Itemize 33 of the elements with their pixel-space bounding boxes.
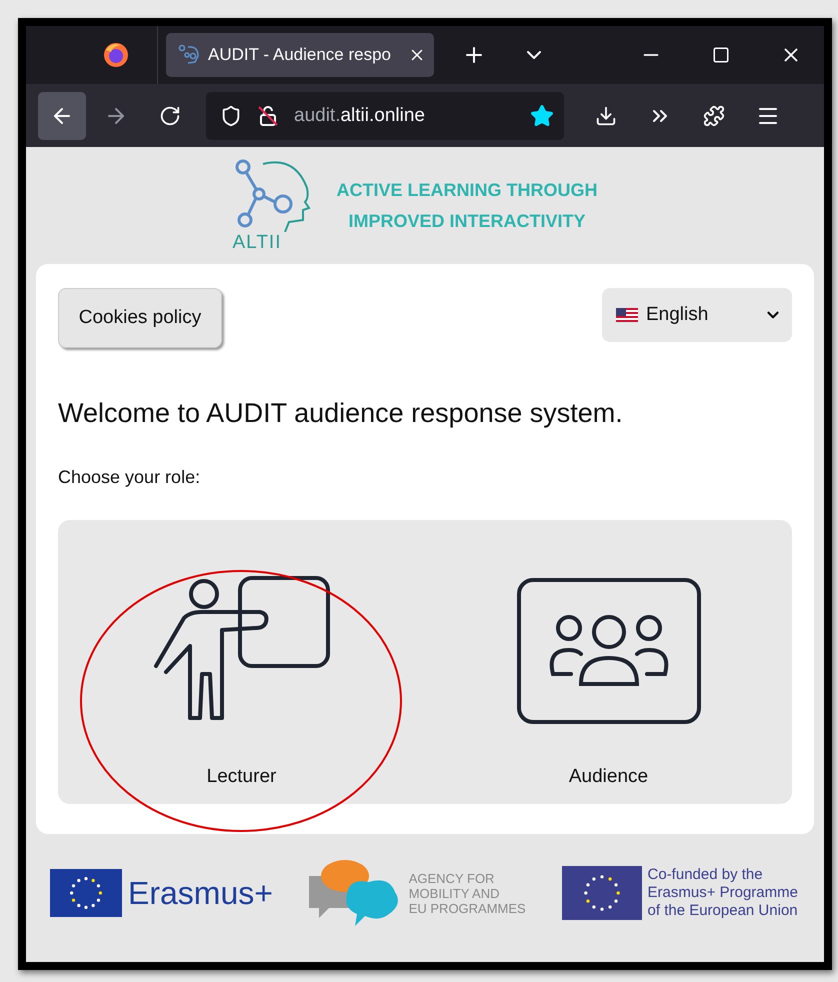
- agency-logo-text: AGENCY FOR: [408, 870, 496, 886]
- download-icon: [595, 104, 617, 126]
- tagline: ACTIVE LEARNING THROUGH: [336, 180, 598, 200]
- puzzle-icon: [703, 104, 725, 126]
- eu-flag-icon: [562, 866, 642, 920]
- back-button[interactable]: [38, 92, 86, 140]
- maximize-icon[interactable]: [712, 46, 730, 64]
- welcome-heading: Welcome to AUDIT audience response system.: [58, 398, 624, 429]
- head-network-icon: [178, 44, 200, 66]
- browser-tab[interactable]: AUDIT - Audience respo: [166, 33, 434, 77]
- cofunded-text: Co-funded by the: [648, 866, 764, 884]
- shield-icon[interactable]: [220, 104, 242, 126]
- tab-title: AUDIT - Audience respo: [208, 45, 392, 65]
- firefox-icon[interactable]: [103, 42, 129, 68]
- agency-logo-text: EU PROGRAMMES: [408, 900, 526, 916]
- cofunded-text: of the European Union: [648, 902, 798, 920]
- agency-logo-text: MOBILITY AND: [408, 886, 501, 900]
- role-option[interactable]: Audience: [568, 766, 648, 788]
- logo-text: ALTII: [232, 232, 282, 254]
- tagline: IMPROVED INTERACTIVITY: [348, 210, 586, 232]
- eu-flag-icon: [50, 869, 122, 917]
- erasmus-logo-text: Erasmus+: [128, 874, 273, 912]
- cofunded-text: Erasmus+ Programme: [648, 884, 798, 902]
- role-prompt: Choose your role:: [58, 467, 202, 488]
- language-select[interactable]: English: [602, 288, 792, 342]
- cookies-policy-button[interactable]: Cookies policy: [58, 288, 222, 348]
- bookmark-star-icon[interactable]: [530, 104, 554, 128]
- audience-icon: [516, 578, 700, 724]
- role-option[interactable]: Lecturer: [206, 766, 276, 788]
- insecure-lock-icon[interactable]: [256, 104, 280, 128]
- address-bar[interactable]: audit.altii.online: [206, 92, 564, 140]
- reload-icon: [159, 104, 181, 126]
- flag-icon: [616, 308, 638, 322]
